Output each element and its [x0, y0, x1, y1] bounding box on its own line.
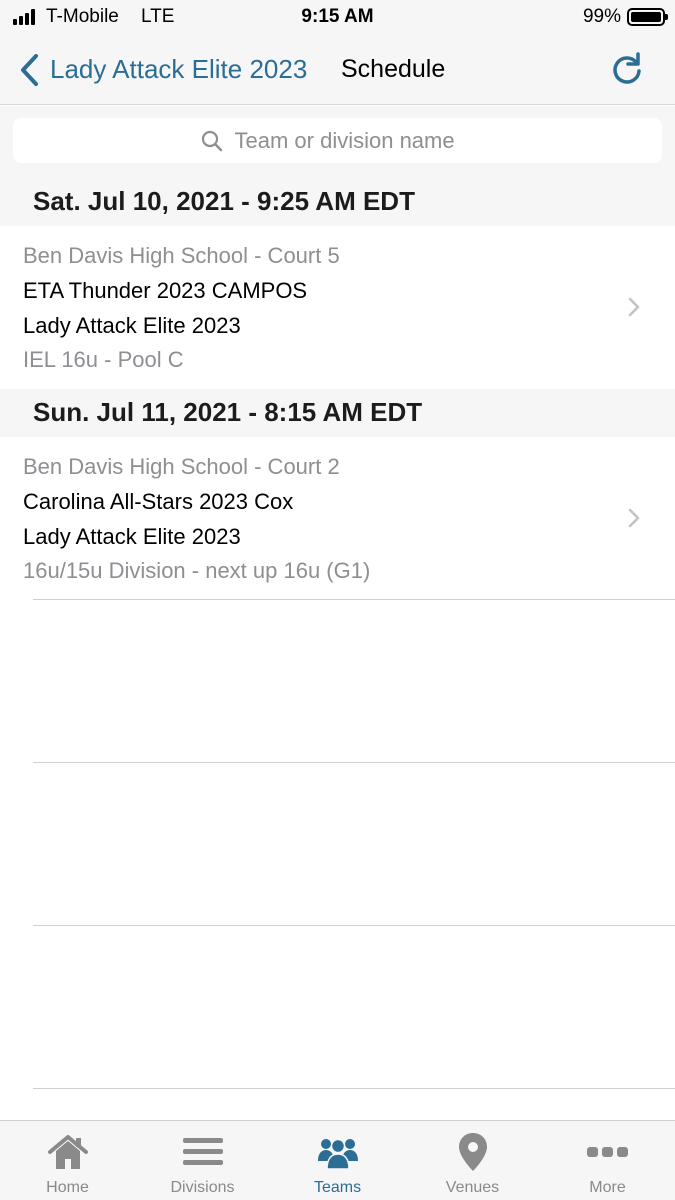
battery-icon — [627, 8, 668, 26]
list-icon — [183, 1138, 223, 1165]
section-date: Sat. Jul 10, 2021 - 9:25 AM EDT — [33, 186, 415, 216]
battery-percentage: 99% — [582, 6, 621, 27]
tab-label: Venues — [445, 1179, 500, 1196]
location-pin-icon — [459, 1133, 487, 1171]
search-input[interactable] — [234, 127, 475, 154]
back-button[interactable]: Lady Attack Elite 2023 — [18, 34, 307, 105]
game-team-2: Lady Attack Elite 2023 — [23, 524, 241, 549]
tab-bar: Home Divisions Teams Venues More — [0, 1120, 675, 1200]
game-division: 16u/15u Division - next up 16u (G1) — [23, 558, 371, 583]
row-separator — [33, 925, 675, 926]
tab-home[interactable]: Home — [0, 1121, 135, 1200]
page-title: Schedule — [341, 55, 446, 83]
status-bar: T-Mobile LTE 9:15 AM 99% — [0, 0, 675, 34]
refresh-icon[interactable] — [609, 51, 645, 87]
game-row[interactable]: Ben Davis High School - Court 5 ETA Thun… — [0, 226, 675, 388]
tab-label: More — [589, 1179, 626, 1196]
more-dots-icon — [587, 1147, 628, 1157]
search-icon — [201, 130, 222, 151]
tab-label: Home — [46, 1179, 89, 1196]
tab-teams[interactable]: Teams — [270, 1121, 405, 1200]
tab-label: Divisions — [170, 1179, 235, 1196]
game-venue: Ben Davis High School - Court 2 — [23, 454, 340, 479]
section-date: Sun. Jul 11, 2021 - 8:15 AM EDT — [33, 397, 423, 427]
tab-label: Teams — [313, 1179, 362, 1196]
chevron-right-icon — [628, 508, 640, 528]
game-team-1: Carolina All-Stars 2023 Cox — [23, 489, 294, 514]
home-icon — [48, 1135, 88, 1169]
game-row[interactable]: Ben Davis High School - Court 2 Carolina… — [0, 437, 675, 599]
chevron-left-icon — [21, 53, 38, 86]
row-separator — [33, 1088, 675, 1089]
tab-venues[interactable]: Venues — [405, 1121, 540, 1200]
search-box[interactable] — [13, 118, 662, 163]
clock: 9:15 AM — [301, 6, 374, 27]
tab-more[interactable]: More — [540, 1121, 675, 1200]
date-section-header: Sun. Jul 11, 2021 - 8:15 AM EDT — [0, 389, 675, 437]
game-team-1: ETA Thunder 2023 CAMPOS — [23, 278, 308, 303]
game-division: IEL 16u - Pool C — [23, 347, 184, 372]
back-button-label: Lady Attack Elite 2023 — [50, 54, 308, 84]
chevron-right-icon — [628, 297, 640, 317]
people-icon — [318, 1138, 358, 1170]
tab-divisions[interactable]: Divisions — [135, 1121, 270, 1200]
row-separator — [33, 762, 675, 763]
date-section-header: Sat. Jul 10, 2021 - 9:25 AM EDT — [0, 178, 675, 226]
navigation-bar: Lady Attack Elite 2023 Schedule — [0, 34, 675, 105]
row-separator — [33, 599, 675, 600]
game-team-2: Lady Attack Elite 2023 — [23, 313, 241, 338]
game-venue: Ben Davis High School - Court 5 — [23, 243, 340, 268]
search-area — [0, 106, 675, 178]
